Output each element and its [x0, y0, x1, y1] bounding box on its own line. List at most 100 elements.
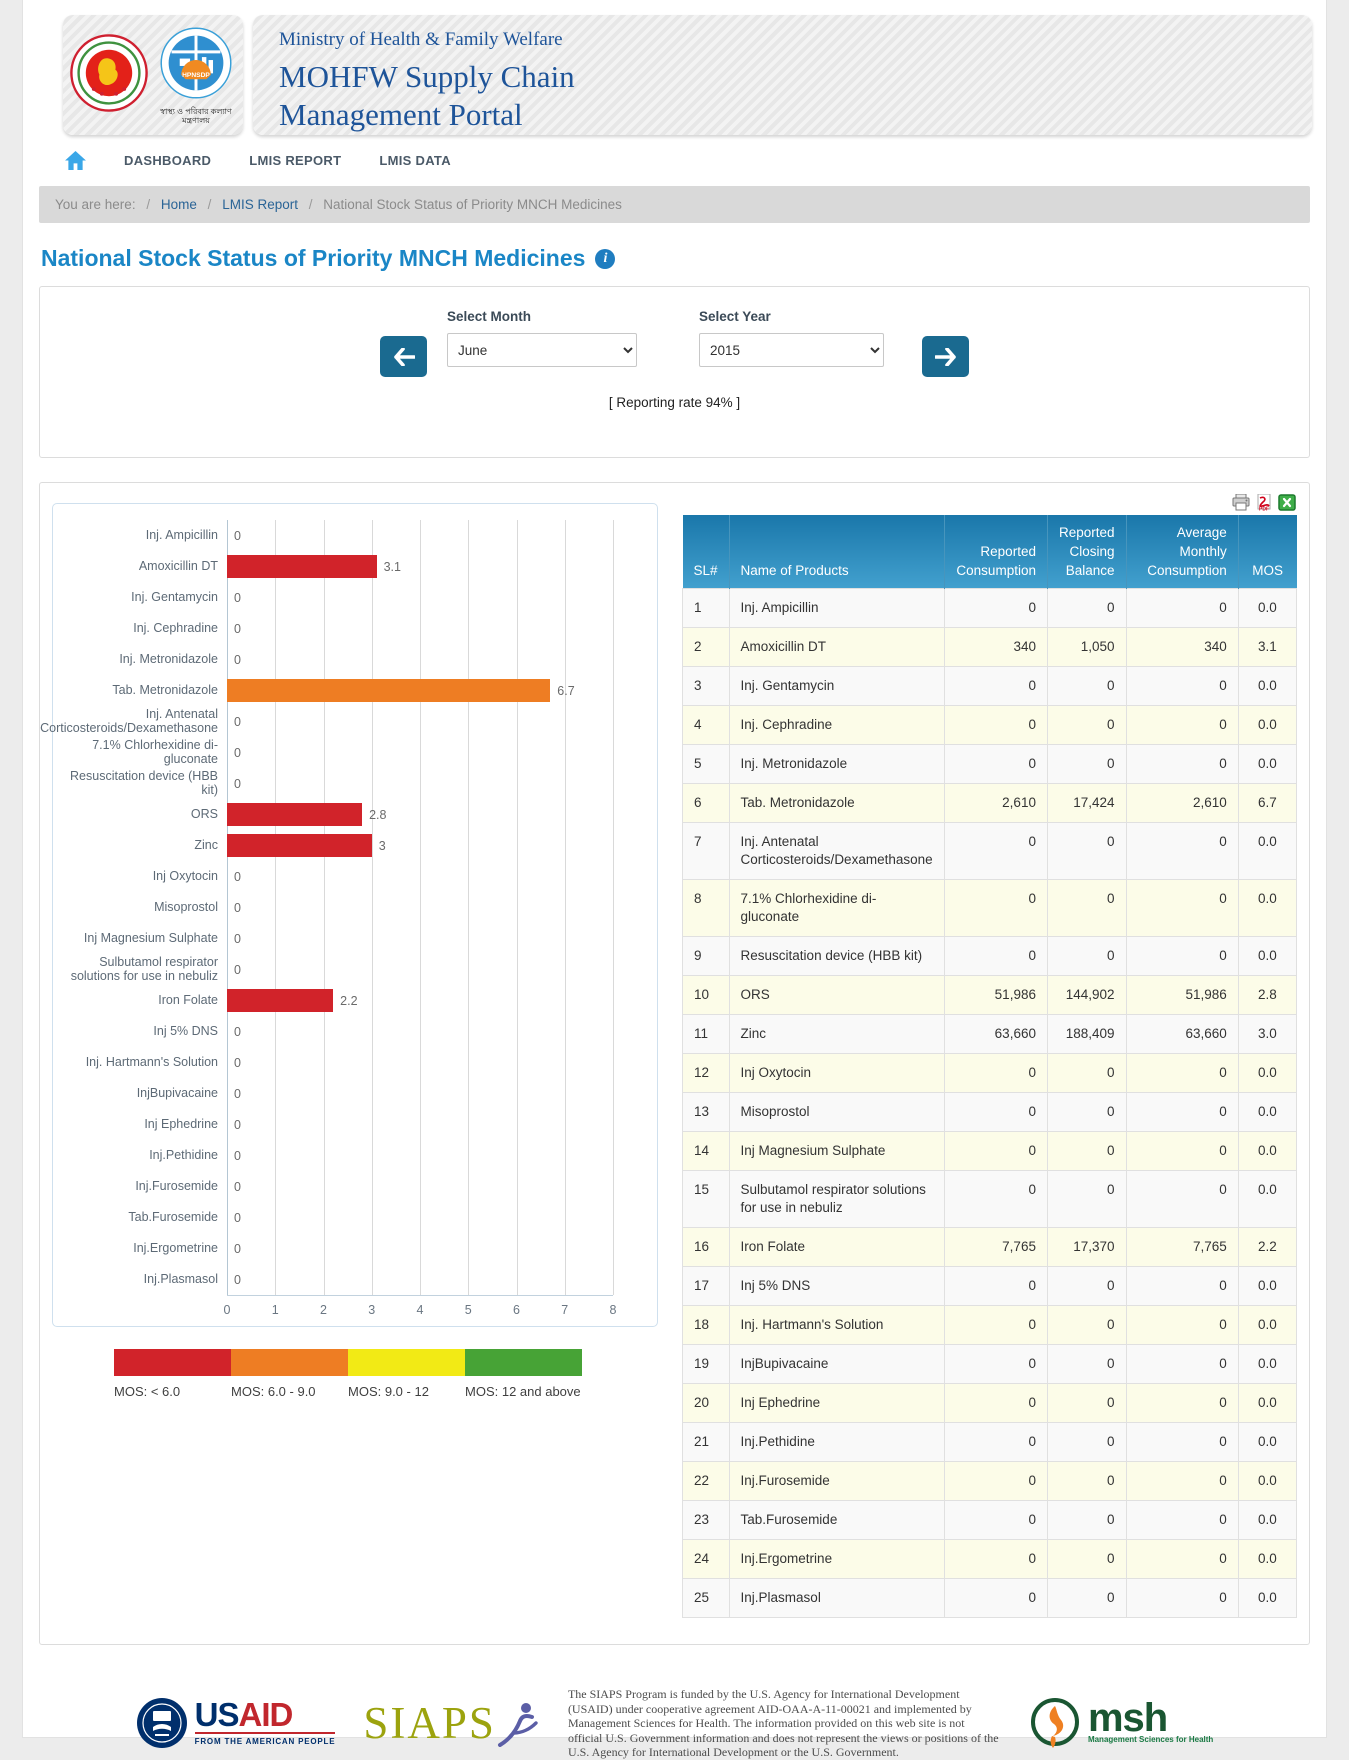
table-cell: 0 — [944, 589, 1047, 628]
chart-bar-row: 0 — [227, 1016, 613, 1047]
table-cell: 0 — [1126, 1501, 1238, 1540]
chart-category-label: Inj. Gentamycin — [59, 582, 227, 613]
table-cell: 2.2 — [1238, 1228, 1296, 1267]
bar-value-label: 0 — [234, 1273, 241, 1287]
year-select[interactable]: 2015 — [699, 333, 884, 367]
bar — [227, 834, 372, 857]
chart-bar-row: 0 — [227, 923, 613, 954]
table-cell: 0.0 — [1238, 880, 1296, 937]
product-name-cell: InjBupivacaine — [729, 1345, 944, 1384]
hpnsdp-seal-logo: HPNSDP — [159, 26, 233, 105]
table-cell: 51,986 — [1126, 976, 1238, 1015]
legend-item: MOS: < 6.0 — [114, 1349, 231, 1399]
previous-month-button[interactable] — [380, 336, 427, 377]
table-cell: 0 — [1126, 1171, 1238, 1228]
nav-item-dashboard[interactable]: DASHBOARD — [124, 153, 211, 168]
product-name-cell: Amoxicillin DT — [729, 628, 944, 667]
govt-seal-logo — [69, 33, 149, 118]
table-cell: 0 — [944, 1462, 1047, 1501]
table-cell: 0 — [1047, 589, 1126, 628]
bar-value-label: 0 — [234, 777, 241, 791]
table-cell: 2.8 — [1238, 976, 1296, 1015]
filter-panel: Select Month June Select Year 2015 [ Rep… — [39, 286, 1310, 458]
table-cell: 5 — [683, 745, 730, 784]
bar-value-label: 0 — [234, 1056, 241, 1070]
table-cell: 0.0 — [1238, 1384, 1296, 1423]
table-row: 25Inj.Plasmasol0000.0 — [683, 1579, 1297, 1618]
usaid-tagline: FROM THE AMERICAN PEOPLE — [195, 1732, 336, 1746]
table-cell: 0 — [944, 1540, 1047, 1579]
table-cell: 0 — [1047, 667, 1126, 706]
chart-bar-row: 2.8 — [227, 799, 613, 830]
chart-category-label: Inj. Cephradine — [59, 613, 227, 644]
table-cell: 19 — [683, 1345, 730, 1384]
table-cell: 7 — [683, 823, 730, 880]
chart-section: Inj. AmpicillinAmoxicillin DTInj. Gentam… — [52, 491, 658, 1399]
table-cell: 0.0 — [1238, 706, 1296, 745]
chart-bar-row: 0 — [227, 1140, 613, 1171]
gridline — [613, 520, 614, 1295]
table-header: SL#Name of ProductsReported ConsumptionR… — [683, 515, 1297, 589]
table-cell: 0 — [1047, 1132, 1126, 1171]
column-header: SL# — [683, 515, 730, 589]
nav-item-lmis-report[interactable]: LMIS REPORT — [249, 153, 341, 168]
table-cell: 2 — [683, 628, 730, 667]
chart-bar-row: 0 — [227, 1171, 613, 1202]
pdf-export-icon[interactable]: PDF — [1255, 494, 1273, 511]
table-cell: 0 — [1126, 589, 1238, 628]
legend-swatch — [465, 1349, 582, 1376]
select-year-label: Select Year — [699, 309, 884, 324]
x-axis-tick: 3 — [368, 1303, 375, 1317]
table-cell: 2,610 — [944, 784, 1047, 823]
title-box: Ministry of Health & Family Welfare MOHF… — [253, 15, 1312, 135]
table-cell: 0 — [1126, 1540, 1238, 1579]
header: HPNSDP স্বাস্থ্য ও পরিবার কল্যাণ মন্ত্রণ… — [23, 0, 1326, 135]
table-cell: 3 — [683, 667, 730, 706]
table-cell: 3.1 — [1238, 628, 1296, 667]
table-cell: 63,660 — [944, 1015, 1047, 1054]
bar-value-label: 3 — [379, 839, 386, 853]
table-row: 15Sulbutamol respirator solutions for us… — [683, 1171, 1297, 1228]
table-cell: 9 — [683, 937, 730, 976]
next-month-button[interactable] — [922, 336, 969, 377]
table-cell: 20 — [683, 1384, 730, 1423]
bar-value-label: 0 — [234, 963, 241, 977]
home-icon[interactable] — [65, 151, 86, 170]
msh-flame-icon — [1028, 1696, 1082, 1750]
usaid-wordmark-us: US — [195, 1696, 239, 1733]
table-cell: 0.0 — [1238, 1306, 1296, 1345]
table-cell: 2,610 — [1126, 784, 1238, 823]
legend-label: MOS: 6.0 - 9.0 — [231, 1384, 348, 1399]
table-cell: 0 — [1126, 1579, 1238, 1618]
breadcrumb-link-home[interactable]: Home — [161, 197, 197, 212]
table-cell: 188,409 — [1047, 1015, 1126, 1054]
month-select[interactable]: June — [447, 333, 637, 367]
table-cell: 17 — [683, 1267, 730, 1306]
msh-wordmark: msh — [1088, 1702, 1213, 1734]
nav-item-lmis-data[interactable]: LMIS DATA — [379, 153, 451, 168]
reporting-rate: [ Reporting rate 94% ] — [40, 395, 1309, 410]
product-name-cell: Inj.Pethidine — [729, 1423, 944, 1462]
table-cell: 0 — [944, 1306, 1047, 1345]
table-cell: 0 — [1047, 1054, 1126, 1093]
product-name-cell: Inj Oxytocin — [729, 1054, 944, 1093]
table-cell: 0 — [944, 1267, 1047, 1306]
bar-value-label: 0 — [234, 591, 241, 605]
ministry-name: Ministry of Health & Family Welfare — [279, 29, 1292, 51]
table-row: 7Inj. Antenatal Corticosteroids/Dexameth… — [683, 823, 1297, 880]
table-cell: 0.0 — [1238, 1132, 1296, 1171]
product-name-cell: Iron Folate — [729, 1228, 944, 1267]
print-icon[interactable] — [1232, 494, 1250, 511]
breadcrumb-link-lmis-report[interactable]: LMIS Report — [222, 197, 298, 212]
chart-bar-row: 3 — [227, 830, 613, 861]
chart-category-label: Misoprostol — [59, 892, 227, 923]
info-icon[interactable]: i — [595, 249, 615, 269]
table-row: 23Tab.Furosemide0000.0 — [683, 1501, 1297, 1540]
chart-category-label: Inj. Metronidazole — [59, 644, 227, 675]
table-cell: 0 — [1047, 1345, 1126, 1384]
table-row: 18Inj. Hartmann's Solution0000.0 — [683, 1306, 1297, 1345]
msh-tagline: Management Sciences for Health — [1088, 1735, 1213, 1744]
bar-value-label: 0 — [234, 1118, 241, 1132]
excel-export-icon[interactable] — [1278, 494, 1296, 511]
product-name-cell: Inj 5% DNS — [729, 1267, 944, 1306]
